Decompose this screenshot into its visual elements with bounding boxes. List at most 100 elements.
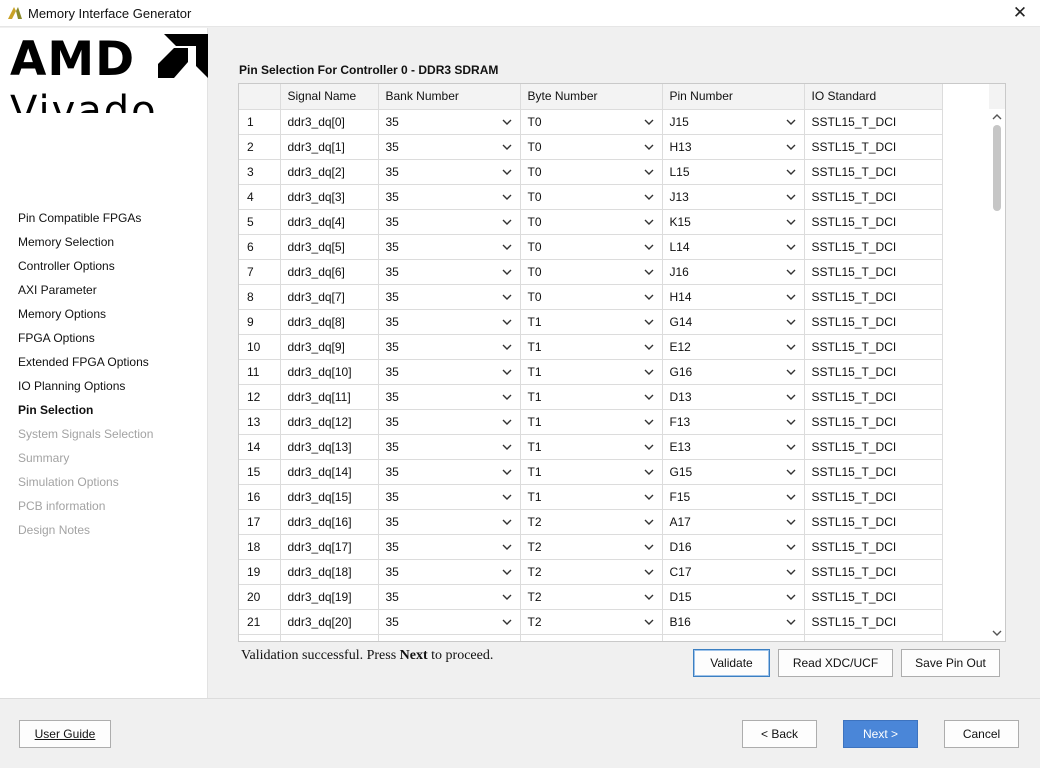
pin-number-dropdown[interactable]: H14 <box>662 284 805 310</box>
byte-number-dropdown[interactable]: T1 <box>520 384 663 410</box>
chevron-down-icon[interactable] <box>644 218 654 226</box>
table-row[interactable]: 19 ddr3_dq[18] 35 T2 C17 SSTL15_T_DCI <box>239 559 943 585</box>
pin-number-dropdown[interactable]: E12 <box>662 334 805 360</box>
chevron-down-icon[interactable] <box>644 468 654 476</box>
byte-number-dropdown[interactable]: T0 <box>520 134 663 160</box>
bank-number-dropdown[interactable]: 35 <box>378 159 521 185</box>
chevron-down-icon[interactable] <box>786 193 796 201</box>
table-row[interactable]: 17 ddr3_dq[16] 35 T2 A17 SSTL15_T_DCI <box>239 509 943 535</box>
byte-number-dropdown[interactable]: T0 <box>520 234 663 260</box>
chevron-down-icon[interactable] <box>644 518 654 526</box>
byte-number-dropdown[interactable]: T0 <box>520 184 663 210</box>
byte-number-dropdown[interactable]: T2 <box>520 534 663 560</box>
bank-number-dropdown[interactable]: 35 <box>378 234 521 260</box>
step-pin-selection[interactable]: Pin Selection <box>18 402 153 426</box>
pin-number-dropdown[interactable]: C17 <box>662 559 805 585</box>
chevron-down-icon[interactable] <box>502 593 512 601</box>
table-row[interactable]: 4 ddr3_dq[3] 35 T0 J13 SSTL15_T_DCI <box>239 184 943 210</box>
table-row[interactable]: 21 ddr3_dq[20] 35 T2 B16 SSTL15_T_DCI <box>239 609 943 635</box>
bank-number-dropdown[interactable]: 35 <box>378 534 521 560</box>
chevron-down-icon[interactable] <box>644 493 654 501</box>
chevron-down-icon[interactable] <box>502 618 512 626</box>
chevron-down-icon[interactable] <box>644 293 654 301</box>
step-controller-options[interactable]: Controller Options <box>18 258 153 282</box>
table-row[interactable]: 1 ddr3_dq[0] 35 T0 J15 SSTL15_T_DCI <box>239 109 943 135</box>
bank-number-dropdown[interactable]: 35 <box>378 409 521 435</box>
pin-number-dropdown[interactable]: F13 <box>662 409 805 435</box>
cancel-button[interactable]: Cancel <box>944 720 1019 748</box>
bank-number-dropdown[interactable]: 35 <box>378 559 521 585</box>
chevron-down-icon[interactable] <box>502 443 512 451</box>
chevron-down-icon[interactable] <box>786 443 796 451</box>
chevron-down-icon[interactable] <box>786 268 796 276</box>
chevron-down-icon[interactable] <box>786 393 796 401</box>
bank-number-dropdown[interactable]: 35 <box>378 284 521 310</box>
bank-number-dropdown[interactable]: 35 <box>378 259 521 285</box>
chevron-down-icon[interactable] <box>786 168 796 176</box>
byte-number-dropdown[interactable]: T0 <box>520 284 663 310</box>
chevron-down-icon[interactable] <box>502 268 512 276</box>
table-row[interactable]: 9 ddr3_dq[8] 35 T1 G14 SSTL15_T_DCI <box>239 309 943 335</box>
chevron-down-icon[interactable] <box>502 168 512 176</box>
bank-number-dropdown[interactable]: 35 <box>378 459 521 485</box>
step-axi-parameter[interactable]: AXI Parameter <box>18 282 153 306</box>
chevron-down-icon[interactable] <box>502 543 512 551</box>
table-row[interactable]: 8 ddr3_dq[7] 35 T0 H14 SSTL15_T_DCI <box>239 284 943 310</box>
byte-number-dropdown[interactable]: T1 <box>520 309 663 335</box>
chevron-down-icon[interactable] <box>502 318 512 326</box>
bank-number-dropdown[interactable]: 35 <box>378 134 521 160</box>
step-extended-fpga-options[interactable]: Extended FPGA Options <box>18 354 153 378</box>
chevron-down-icon[interactable] <box>786 593 796 601</box>
byte-number-dropdown[interactable]: T0 <box>520 259 663 285</box>
read-xdc-ucf-button[interactable]: Read XDC/UCF <box>778 649 893 677</box>
chevron-down-icon[interactable] <box>786 518 796 526</box>
scrollbar-thumb[interactable] <box>993 125 1001 211</box>
bank-number-dropdown[interactable]: 35 <box>378 209 521 235</box>
pin-number-dropdown[interactable]: D15 <box>662 584 805 610</box>
bank-number-dropdown[interactable]: 35 <box>378 484 521 510</box>
bank-number-dropdown[interactable]: 35 <box>378 509 521 535</box>
chevron-down-icon[interactable] <box>502 293 512 301</box>
chevron-down-icon[interactable] <box>644 393 654 401</box>
bank-number-dropdown[interactable]: 35 <box>378 109 521 135</box>
user-guide-button[interactable]: User Guide <box>19 720 111 748</box>
column-header-pin-number[interactable]: Pin Number <box>662 84 805 110</box>
byte-number-dropdown[interactable]: T2 <box>520 559 663 585</box>
byte-number-dropdown[interactable]: T1 <box>520 409 663 435</box>
chevron-down-icon[interactable] <box>644 118 654 126</box>
pin-number-dropdown[interactable]: D16 <box>662 534 805 560</box>
byte-number-dropdown[interactable]: T0 <box>520 209 663 235</box>
chevron-down-icon[interactable] <box>644 618 654 626</box>
byte-number-dropdown[interactable]: T2 <box>520 584 663 610</box>
chevron-down-icon[interactable] <box>502 218 512 226</box>
chevron-down-icon[interactable] <box>786 468 796 476</box>
chevron-down-icon[interactable] <box>786 243 796 251</box>
bank-number-dropdown[interactable]: 35 <box>378 434 521 460</box>
chevron-down-icon[interactable] <box>502 368 512 376</box>
bank-number-dropdown[interactable]: 35 <box>378 584 521 610</box>
chevron-down-icon[interactable] <box>644 418 654 426</box>
chevron-down-icon[interactable] <box>502 343 512 351</box>
pin-number-dropdown[interactable]: A17 <box>662 509 805 535</box>
chevron-down-icon[interactable] <box>502 568 512 576</box>
chevron-down-icon[interactable] <box>502 118 512 126</box>
chevron-down-icon[interactable] <box>786 418 796 426</box>
byte-number-dropdown[interactable]: T1 <box>520 484 663 510</box>
pin-number-dropdown[interactable]: G15 <box>662 459 805 485</box>
pin-table[interactable]: Signal Name Bank Number Byte Number Pin … <box>238 83 1006 642</box>
column-header-signal-name[interactable]: Signal Name <box>280 84 379 110</box>
byte-number-dropdown[interactable]: T0 <box>520 109 663 135</box>
pin-number-dropdown[interactable]: F15 <box>662 484 805 510</box>
chevron-down-icon[interactable] <box>644 543 654 551</box>
table-row[interactable]: 7 ddr3_dq[6] 35 T0 J16 SSTL15_T_DCI <box>239 259 943 285</box>
vertical-scrollbar[interactable] <box>989 109 1005 641</box>
chevron-down-icon[interactable] <box>502 143 512 151</box>
byte-number-dropdown[interactable]: T1 <box>520 434 663 460</box>
pin-number-dropdown[interactable]: J15 <box>662 109 805 135</box>
chevron-down-icon[interactable] <box>644 268 654 276</box>
chevron-down-icon[interactable] <box>502 493 512 501</box>
chevron-down-icon[interactable] <box>502 418 512 426</box>
bank-number-dropdown[interactable]: 35 <box>378 334 521 360</box>
chevron-down-icon[interactable] <box>644 443 654 451</box>
column-header-byte-number[interactable]: Byte Number <box>520 84 663 110</box>
